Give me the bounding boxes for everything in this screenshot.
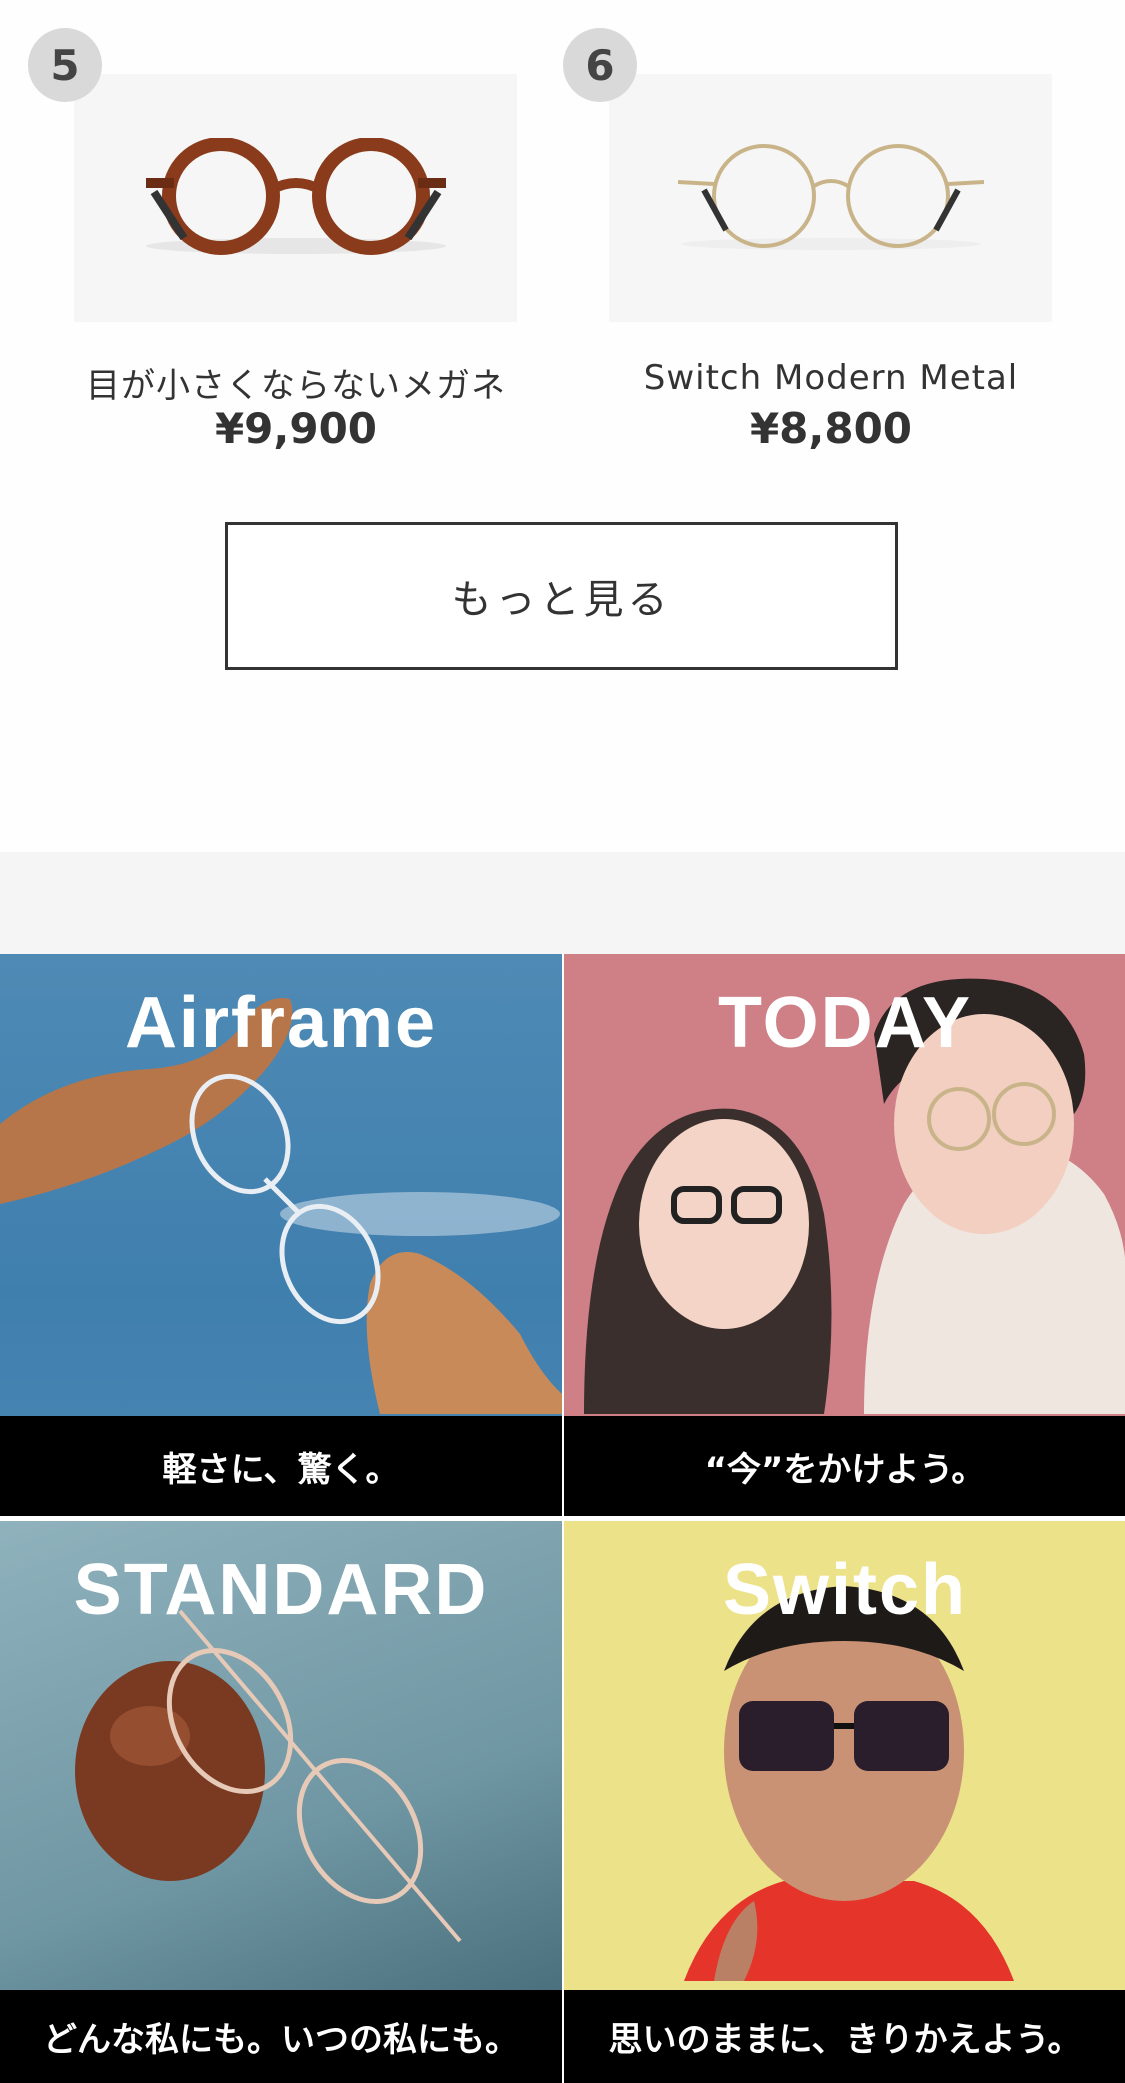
grid-divider — [0, 1516, 1125, 1521]
product-image[interactable] — [609, 74, 1052, 322]
section-divider — [0, 852, 1125, 954]
product-name[interactable]: Switch Modern Metal — [563, 358, 1099, 398]
glasses-icon — [677, 144, 984, 250]
product-price: ¥8,800 — [749, 404, 913, 453]
banner-title: Switch — [722, 1550, 968, 1630]
glasses-icon — [145, 138, 446, 255]
product-price: ¥9,900 — [214, 404, 378, 453]
banner-title: STANDARD — [73, 1550, 489, 1630]
banner-today[interactable]: TODAY “今”をかけよう。 — [564, 954, 1125, 1516]
banner-switch[interactable]: Switch 思いのままに、きりかえよう。 — [564, 1521, 1125, 2083]
banner-caption: “今”をかけよう。 — [564, 1416, 1125, 1516]
banner-airframe[interactable]: Airframe 軽さに、驚く。 — [0, 954, 562, 1516]
banner-caption: 思いのままに、きりかえよう。 — [564, 1990, 1125, 2083]
banner-title: Airframe — [124, 983, 438, 1063]
banner-caption: どんな私にも。いつの私にも。 — [0, 1990, 562, 2083]
banner-standard[interactable]: STANDARD どんな私にも。いつの私にも。 — [0, 1521, 562, 2083]
banner-title: TODAY — [717, 983, 973, 1063]
rank-badge: 5 — [28, 28, 102, 102]
banner-caption: 軽さに、驚く。 — [0, 1416, 562, 1516]
rank-badge: 6 — [563, 28, 637, 102]
ranking-section: 5 目が小さくならないメガネ ¥9,900 6 Switch Modern Me… — [0, 0, 1125, 852]
product-card[interactable]: 5 目が小さくならないメガネ ¥9,900 — [28, 0, 548, 470]
see-more-button[interactable]: もっと見る — [225, 522, 898, 670]
product-image[interactable] — [74, 74, 517, 322]
product-card[interactable]: 6 Switch Modern Metal ¥8,800 — [563, 0, 1083, 470]
product-name[interactable]: 目が小さくならないメガネ — [28, 358, 564, 407]
